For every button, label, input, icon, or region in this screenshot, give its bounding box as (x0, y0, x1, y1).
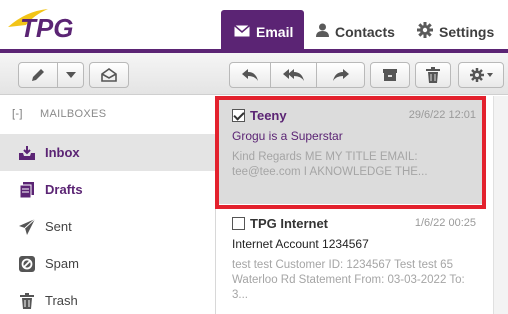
message-preview: test test Customer ID: 1234567 Test test… (232, 259, 465, 301)
message-date: 29/6/22 12:01 (408, 109, 476, 121)
message-preview: Kind Regards ME MY TITLE EMAIL: tee@tee.… (232, 151, 428, 178)
tab-contacts[interactable]: Contacts (316, 10, 395, 53)
gear-icon (417, 22, 433, 41)
compose-icon (30, 67, 46, 83)
sidebar-item-label: Drafts (45, 182, 83, 197)
send-icon (18, 218, 36, 236)
mailboxes-heading: [-] MAILBOXES (12, 108, 106, 120)
drafts-icon (18, 181, 36, 199)
message-date: 1/6/22 00:25 (414, 217, 476, 229)
delete-button[interactable] (415, 62, 451, 88)
mark-read-icon (101, 68, 117, 82)
compose-button[interactable] (18, 62, 58, 88)
message-subject: Internet Account 1234567 (232, 237, 369, 251)
person-icon (316, 23, 329, 40)
reply-all-button[interactable] (271, 62, 317, 88)
sidebar-item-sent[interactable]: Sent (0, 208, 215, 245)
message-item[interactable]: TPG Internet 1/6/22 00:25 Internet Accou… (219, 206, 486, 314)
list-scrollbar[interactable] (493, 96, 508, 314)
trash-icon (426, 67, 440, 83)
chevron-down-icon (65, 72, 76, 78)
logo-text: TPG (20, 13, 73, 41)
sidebar-item-label: Spam (45, 256, 79, 271)
tab-email[interactable]: Email (221, 10, 304, 53)
mailbox-sidebar: [-] MAILBOXES Inbox Drafts Sent Spam Tra… (0, 96, 215, 314)
message-subject: Grogu is a Superstar (232, 129, 343, 143)
tab-contacts-label: Contacts (335, 23, 395, 40)
archive-icon (382, 68, 398, 82)
reply-button[interactable] (229, 62, 271, 88)
message-sender: Teeny (250, 107, 287, 123)
trash-icon (18, 292, 36, 310)
mailboxes-label: MAILBOXES (40, 108, 107, 120)
message-list: Teeny 29/6/22 12:01 Grogu is a Superstar… (215, 96, 493, 314)
webmail-page: TPG Email Contacts Settings [-] MAILBOXE… (0, 0, 508, 314)
tab-settings-label: Settings (439, 23, 495, 40)
message-checkbox[interactable] (232, 216, 245, 230)
collapse-toggle[interactable]: [-] (12, 108, 23, 120)
reply-icon (241, 68, 259, 82)
message-sender: TPG Internet (250, 215, 329, 231)
tpg-logo[interactable]: TPG (6, 7, 88, 43)
reply-all-icon (282, 68, 305, 82)
gear-icon (469, 67, 493, 83)
more-options-button[interactable] (458, 62, 504, 88)
toolbar (0, 53, 508, 95)
mark-read-button[interactable] (89, 62, 129, 88)
forward-icon (332, 68, 350, 82)
app-header: TPG Email Contacts Settings (0, 0, 508, 53)
forward-button[interactable] (317, 62, 365, 88)
sidebar-item-drafts[interactable]: Drafts (0, 171, 215, 208)
message-checkbox[interactable] (232, 108, 245, 122)
sidebar-item-inbox[interactable]: Inbox (0, 134, 215, 171)
sidebar-item-label: Inbox (45, 145, 80, 160)
sidebar-item-label: Trash (45, 293, 78, 308)
sidebar-item-spam[interactable]: Spam (0, 245, 215, 282)
tab-settings[interactable]: Settings (417, 10, 494, 53)
message-item[interactable]: Teeny 29/6/22 12:01 Grogu is a Superstar… (219, 99, 486, 204)
sidebar-item-label: Sent (45, 219, 72, 234)
inbox-icon (18, 144, 36, 162)
envelope-icon (234, 24, 250, 40)
archive-button[interactable] (370, 62, 410, 88)
sidebar-item-trash[interactable]: Trash (0, 282, 215, 314)
tab-email-label: Email (256, 23, 294, 40)
spam-icon (18, 255, 36, 273)
compose-dropdown-button[interactable] (58, 62, 84, 88)
